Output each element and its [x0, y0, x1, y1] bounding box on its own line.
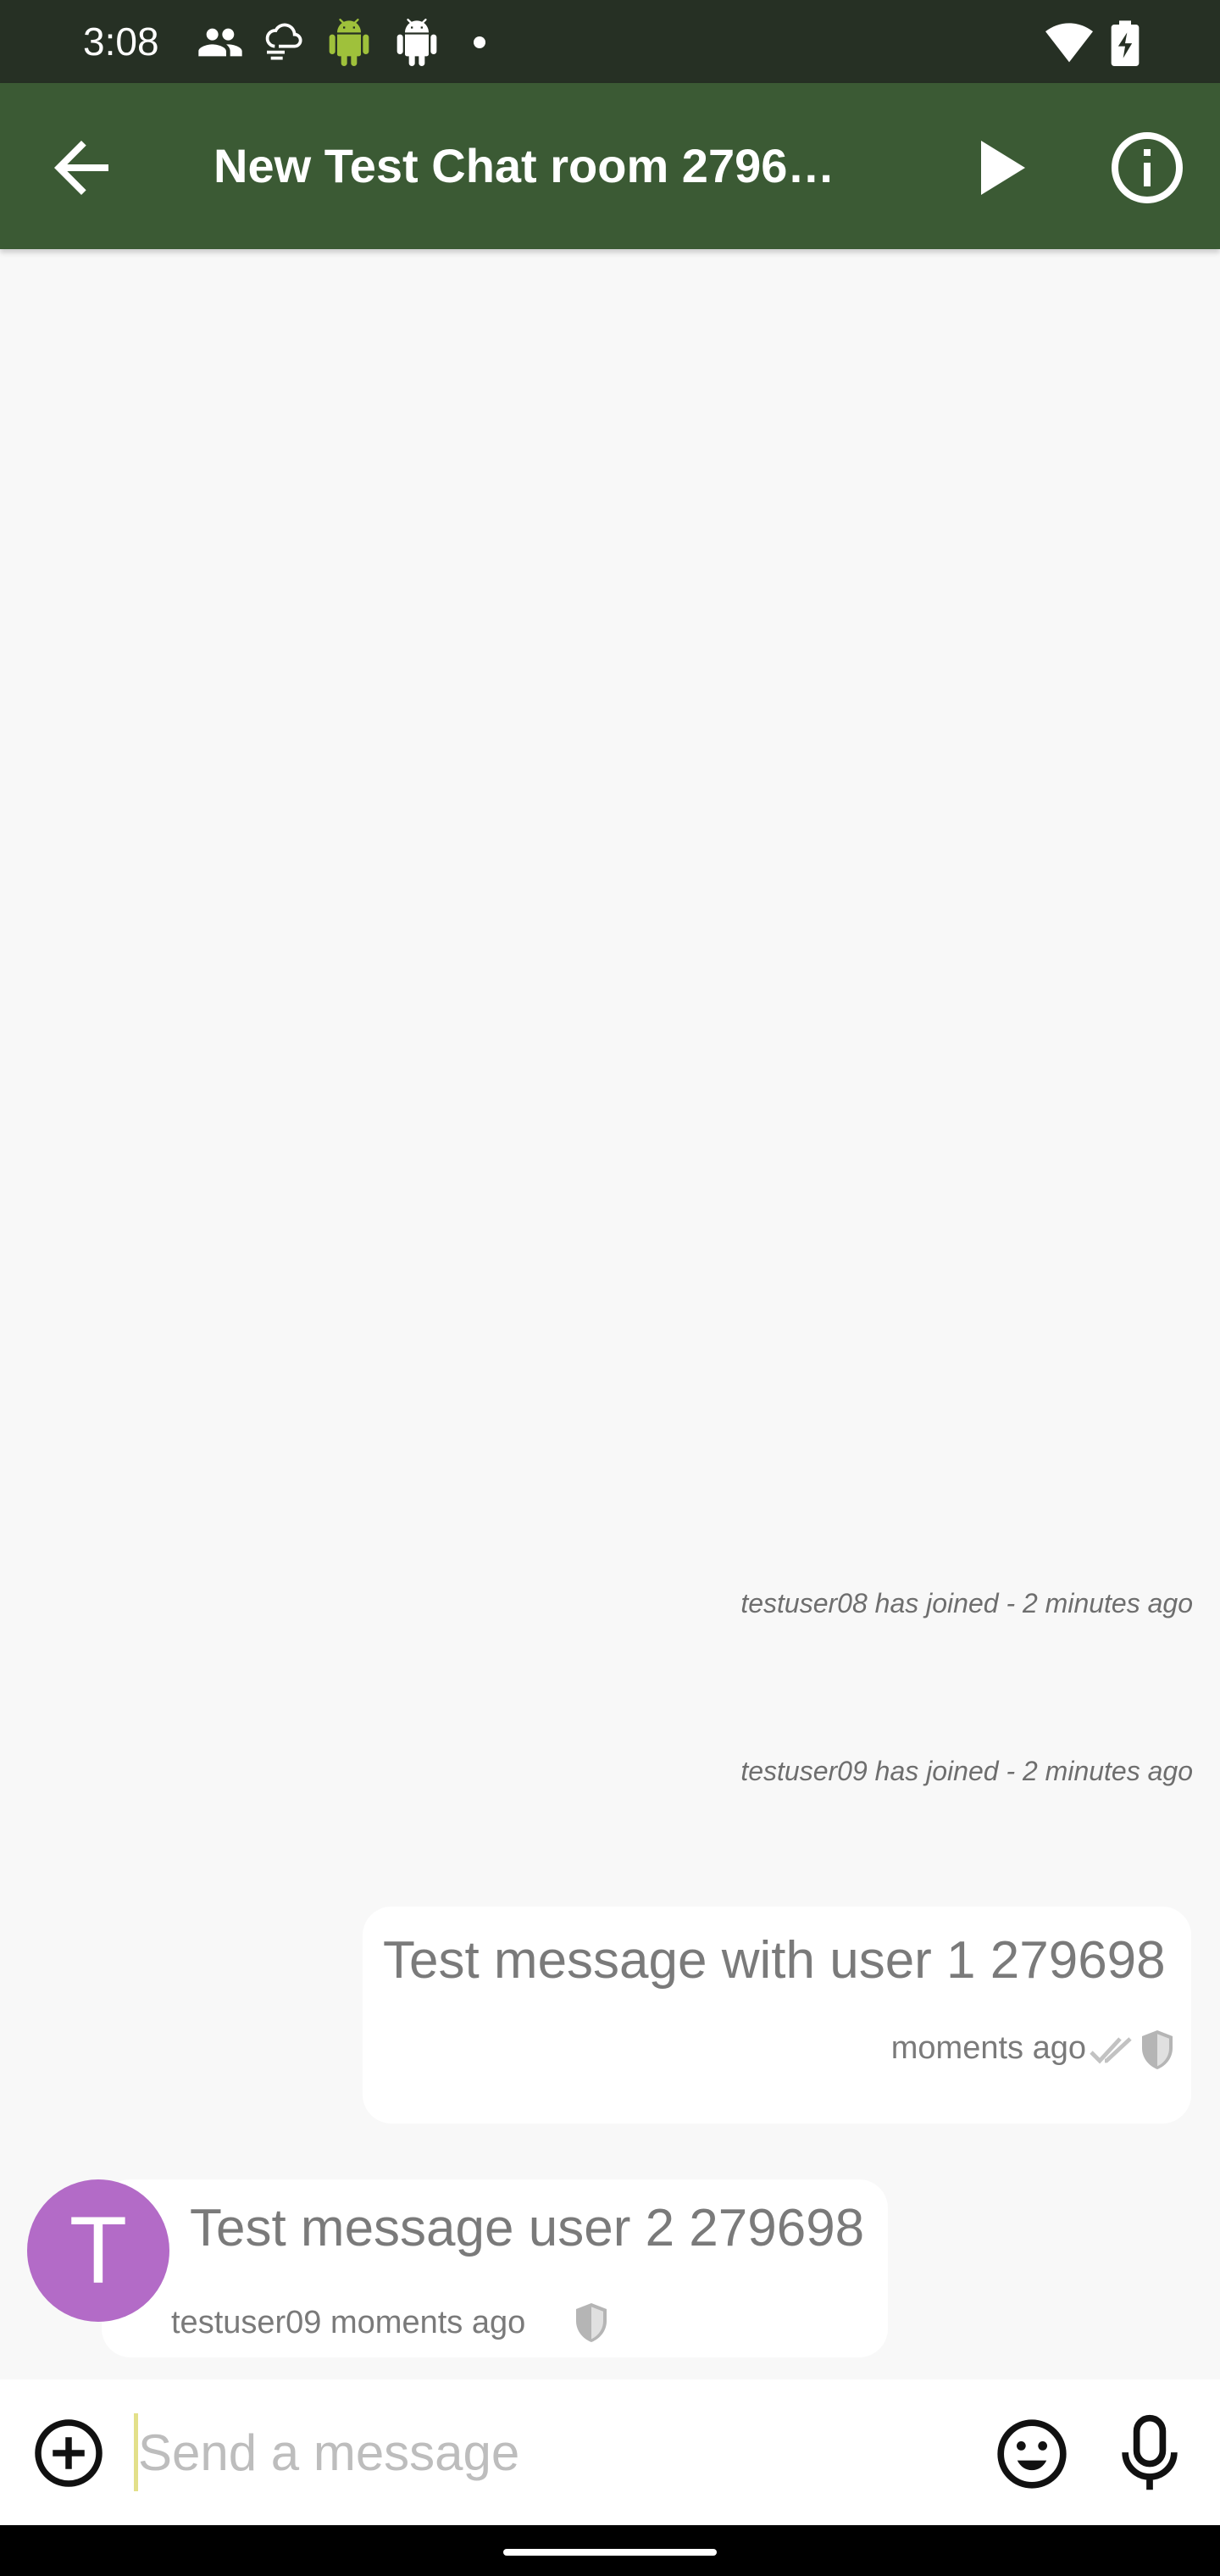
- mic-icon: [1122, 2414, 1178, 2490]
- sender-name: testuser09: [171, 2305, 322, 2340]
- dot-icon: [471, 34, 488, 55]
- message-composer: [0, 2379, 1220, 2525]
- message-text: Test message user 2 279698: [190, 2199, 865, 2257]
- voice-message-button[interactable]: [1112, 2412, 1188, 2496]
- play-icon: [981, 141, 1025, 195]
- message-meta: testuser09 moments ago: [171, 2305, 525, 2341]
- navigation-bar: [0, 2525, 1220, 2576]
- system-message: testuser08 has joined - 2 minutes ago: [740, 1588, 1193, 1618]
- shield-icon: [573, 2301, 610, 2348]
- android-white-icon: [393, 19, 441, 70]
- message-timestamp: moments ago: [890, 2030, 1086, 2066]
- message-text: Test message with user 1 279698: [383, 1931, 1166, 1990]
- emoji-icon: [997, 2419, 1067, 2489]
- add-circle-icon: [35, 2419, 103, 2487]
- battery-charging-icon: [1110, 19, 1140, 70]
- add-attachment-button[interactable]: [30, 2415, 107, 2491]
- avatar[interactable]: T: [27, 2179, 169, 2322]
- back-button[interactable]: [41, 127, 122, 208]
- emoji-button[interactable]: [993, 2415, 1071, 2493]
- double-check-icon: [1088, 2032, 1135, 2074]
- incoming-message-bubble[interactable]: Test message user 2 279698 testuser09 mo…: [102, 2179, 888, 2357]
- play-button[interactable]: [957, 127, 1039, 208]
- arrow-back-icon: [54, 141, 108, 195]
- status-bar: 3:08: [0, 0, 1220, 83]
- chat-room-title: New Test Chat room 2796…: [214, 139, 835, 192]
- message-input[interactable]: [134, 2413, 951, 2491]
- message-timestamp: moments ago: [330, 2305, 526, 2340]
- info-button[interactable]: [1106, 127, 1188, 208]
- app-bar: New Test Chat room 2796…: [0, 83, 1220, 249]
- cloud-wind-icon: [261, 19, 308, 70]
- wifi-icon: [1045, 20, 1093, 69]
- status-time: 3:08: [83, 19, 159, 64]
- home-gesture-handle[interactable]: [503, 2549, 717, 2556]
- outgoing-message-bubble[interactable]: Test message with user 1 279698 moments …: [363, 1907, 1191, 2124]
- shield-icon: [1139, 2029, 1176, 2075]
- info-icon: [1112, 132, 1183, 203]
- system-message: testuser09 has joined - 2 minutes ago: [740, 1756, 1193, 1786]
- people-icon: [197, 19, 244, 70]
- android-green-icon: [325, 19, 373, 70]
